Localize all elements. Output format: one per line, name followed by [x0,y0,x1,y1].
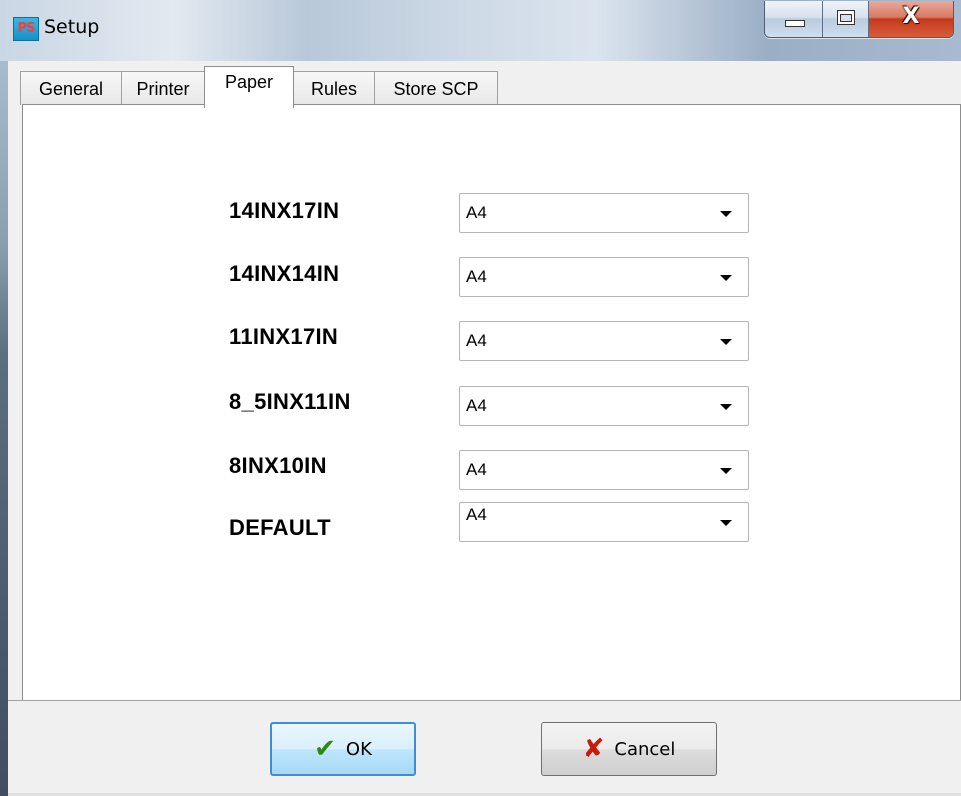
select-value: A4 [466,267,487,286]
select-value: A4 [466,396,487,415]
minimize-icon [785,20,805,27]
chevron-down-icon [720,211,732,217]
paper-size-label: 11INX17IN [229,324,339,349]
close-button[interactable]: X [869,1,953,37]
tab-general[interactable]: General [20,71,122,105]
paper-size-label: 8INX10IN [229,453,327,478]
app-icon-letter-p: P [17,21,27,36]
paper-size-label: DEFAULT [229,515,331,540]
cancel-button[interactable]: ✘ Cancel [541,722,717,776]
app-icon-letter-s: S [26,21,35,36]
paper-size-label: 14INX17IN [229,198,340,223]
app-icon: PS [13,17,39,41]
paper-tab-panel: 14INX17IN A4 14INX14IN A4 11INX17IN A4 8… [22,104,961,701]
paper-size-select[interactable]: A4 [459,386,749,426]
chevron-down-icon [720,404,732,410]
window-frame-left [0,61,8,796]
tab-rules[interactable]: Rules [293,71,375,105]
close-icon: X [902,4,920,29]
divider [8,700,961,701]
cancel-button-label: Cancel [614,738,676,760]
minimize-button[interactable] [765,1,823,37]
select-value: A4 [466,331,487,350]
tab-store-scp[interactable]: Store SCP [374,71,498,105]
ok-button[interactable]: ✔ OK [270,722,416,776]
paper-size-label: 8_5INX11IN [229,389,351,414]
select-value: A4 [466,460,487,479]
checkmark-icon: ✔ [314,734,336,764]
tab-printer[interactable]: Printer [121,71,205,105]
chevron-down-icon [720,339,732,345]
setup-window: PS Setup X General Printer Paper Rules S… [0,0,961,796]
select-value: A4 [466,505,487,524]
paper-size-select[interactable]: A4 [459,321,749,361]
chevron-down-icon [720,275,732,281]
title-bar[interactable]: PS Setup X [0,0,961,61]
ok-button-label: OK [345,738,372,760]
cancel-x-icon: ✘ [582,734,605,764]
paper-size-select[interactable]: A4 [459,193,749,233]
paper-size-select[interactable]: A4 [459,450,749,490]
select-value: A4 [466,203,487,222]
window-controls: X [764,1,954,38]
maximize-button[interactable] [823,1,869,37]
tab-strip: General Printer Paper Rules Store SCP [8,61,961,108]
paper-size-select[interactable]: A4 [459,257,749,297]
paper-size-select[interactable]: A4 [459,502,749,542]
paper-size-label: 14INX14IN [229,261,340,286]
chevron-down-icon [720,520,732,526]
tab-paper[interactable]: Paper [204,66,294,108]
window-title: Setup [44,16,100,38]
maximize-icon [837,10,855,25]
chevron-down-icon [720,468,732,474]
